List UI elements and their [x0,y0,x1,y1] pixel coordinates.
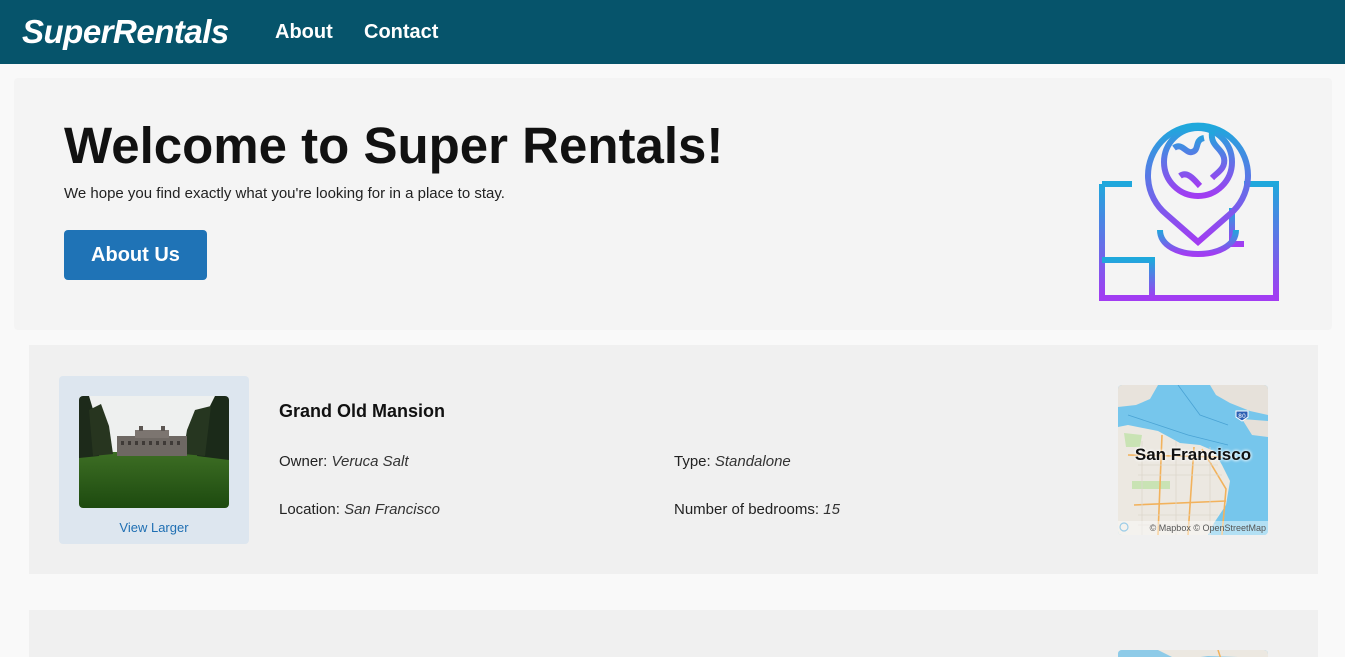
interstate-shield: 80 [1238,413,1246,420]
owner-value: Veruca Salt [331,453,409,470]
bedrooms-value: 15 [823,501,840,518]
rental-location-map[interactable] [1118,650,1268,657]
view-larger-link[interactable]: View Larger [59,520,249,535]
rental-owner: Owner: Veruca Salt [279,453,409,470]
owner-label: Owner: [279,453,328,470]
rental-card [29,610,1318,657]
nav-link-contact[interactable]: Contact [364,21,438,44]
rental-type: Type: Standalone [674,453,791,470]
rental-title[interactable]: Grand Old Mansion [279,401,445,422]
brand-logo-link[interactable]: SuperRentals [22,13,229,51]
top-navbar: SuperRentals About Contact [0,0,1345,64]
type-value: Standalone [714,453,791,470]
rental-image-box[interactable]: View Larger [59,376,249,544]
bedrooms-label: Number of bedrooms: [674,501,820,518]
rental-card: View Larger Grand Old Mansion Owner: Ver… [29,345,1318,574]
map-attribution[interactable]: © Mapbox © OpenStreetMap [1118,521,1268,535]
rental-bedrooms: Number of bedrooms: 15 [674,501,840,518]
about-us-button[interactable]: About Us [64,230,207,280]
location-value: San Francisco [344,501,440,518]
map-pin-globe-icon [1099,122,1279,301]
nav-link-about[interactable]: About [275,21,333,44]
welcome-subtitle: We hope you find exactly what you're loo… [64,185,505,202]
rental-location: Location: San Francisco [279,501,440,518]
rental-location-map[interactable]: 80 San Francisco © Mapbox © OpenStreetMa… [1118,385,1268,535]
map-city-label: San Francisco [1134,445,1252,464]
page-title: Welcome to Super Rentals! [64,117,724,174]
type-label: Type: [674,453,711,470]
location-label: Location: [279,501,340,518]
map-image [1118,650,1268,657]
welcome-jumbotron: Welcome to Super Rentals! We hope you fi… [14,78,1332,330]
mansion-photo[interactable] [79,396,229,508]
